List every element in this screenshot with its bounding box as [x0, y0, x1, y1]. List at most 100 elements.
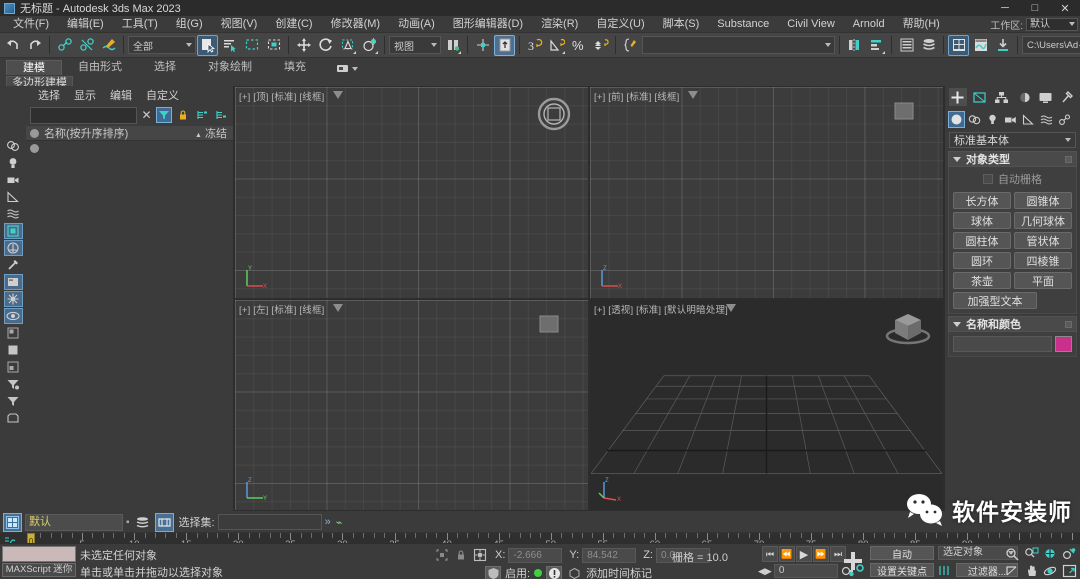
menu-modifiers[interactable]: 修改器(M): [322, 16, 390, 33]
create-plane-button[interactable]: 平面: [1014, 272, 1072, 289]
object-type-rollout-header[interactable]: 对象类型: [948, 151, 1077, 167]
xrefs-filter-icon[interactable]: [3, 240, 23, 256]
menu-help[interactable]: 帮助(H): [894, 16, 949, 33]
edit-named-sets-icon[interactable]: [620, 35, 641, 56]
create-teapot-button[interactable]: 茶壶: [953, 272, 1011, 289]
ribbon-tab-modeling[interactable]: 建模: [6, 60, 62, 75]
subcategory-dropdown[interactable]: 标准基本体: [949, 132, 1076, 148]
utilities-tab[interactable]: [1058, 88, 1076, 106]
visibility-icon[interactable]: [3, 308, 23, 324]
select-object-icon[interactable]: [197, 34, 218, 56]
viewport-label-left[interactable]: [+] [左] [标准] [线框]: [239, 302, 324, 316]
viewcube-perspective[interactable]: [881, 306, 935, 354]
autogrid-checkbox[interactable]: [983, 174, 993, 184]
align-icon[interactable]: [866, 35, 887, 56]
maximize-button[interactable]: □: [1020, 0, 1050, 16]
curve-editor-icon[interactable]: [918, 35, 939, 56]
display-tab[interactable]: [1036, 88, 1054, 106]
snap-3d-icon[interactable]: 3: [524, 35, 545, 56]
viewport-top[interactable]: [+] [顶] [标准] [线框] Y X: [235, 87, 588, 298]
coord-x-field[interactable]: -2.666: [508, 547, 563, 563]
time-tag-toggle-icon[interactable]: [546, 565, 563, 579]
prev-key-button[interactable]: ⏪: [779, 546, 795, 562]
explorer-menu-edit[interactable]: 编辑: [110, 87, 132, 103]
close-icon[interactable]: ✕: [140, 108, 153, 122]
search-input[interactable]: [30, 106, 137, 124]
viewport-left[interactable]: [+] [左] [标准] [线框] Z Y: [235, 299, 588, 510]
absolute-relative-mode-icon[interactable]: [472, 547, 488, 563]
create-cone-button[interactable]: 圆锥体: [1014, 192, 1072, 209]
object-name-input[interactable]: [953, 336, 1052, 352]
menu-scripting[interactable]: 脚本(S): [654, 16, 709, 33]
menu-group[interactable]: 组(G): [167, 16, 212, 33]
object-color-swatch[interactable]: [1055, 336, 1072, 352]
reference-coordinate-dropdown[interactable]: 视图: [389, 36, 441, 54]
menu-animation[interactable]: 动画(A): [389, 16, 444, 33]
display-color-icon[interactable]: [4, 359, 23, 375]
cameras-filter-icon[interactable]: [4, 172, 23, 188]
menu-civil-view[interactable]: Civil View: [778, 16, 843, 33]
autogrid-row[interactable]: 自动栅格: [953, 171, 1072, 187]
select-scale-icon[interactable]: [337, 35, 358, 56]
menu-substance[interactable]: Substance: [708, 16, 778, 33]
geometry-icon[interactable]: [948, 110, 965, 128]
helpers-icon[interactable]: [1020, 111, 1037, 128]
viewcube-left[interactable]: [532, 312, 566, 342]
filter-apply-icon[interactable]: [4, 393, 23, 409]
lock-icon[interactable]: [453, 547, 469, 563]
motion-tab[interactable]: [1014, 88, 1032, 106]
particles-filter-icon[interactable]: [3, 274, 23, 290]
helpers-filter-icon[interactable]: [4, 189, 23, 205]
viewport-filter-icon[interactable]: [688, 91, 698, 99]
current-frame-field[interactable]: 0: [773, 564, 838, 578]
goto-start-button[interactable]: ⏮: [762, 546, 778, 562]
add-time-tag-icon[interactable]: [566, 566, 582, 579]
display-object-icon[interactable]: [4, 342, 23, 358]
auto-key-button[interactable]: 自动: [870, 546, 934, 561]
lock-icon[interactable]: [175, 107, 191, 123]
maximize-toggle-icon[interactable]: [1061, 563, 1078, 578]
collapse-all-icon[interactable]: [213, 107, 229, 123]
render-frame-icon[interactable]: [992, 35, 1013, 56]
zoom-all-icon[interactable]: [1023, 546, 1040, 561]
lights-icon[interactable]: [984, 111, 1001, 128]
rollout-pin-icon[interactable]: [1065, 155, 1072, 163]
name-and-color-rollout-header[interactable]: 名称和颜色: [948, 316, 1077, 332]
placement-icon[interactable]: [359, 35, 380, 56]
close-button[interactable]: ✕: [1050, 0, 1080, 16]
set-key-button[interactable]: 设置关键点: [870, 563, 934, 578]
keyboard-shortcut-override-icon[interactable]: [485, 565, 501, 579]
create-cylinder-button[interactable]: 圆柱体: [953, 232, 1011, 249]
expand-all-icon[interactable]: [194, 107, 210, 123]
menu-edit[interactable]: 编辑(E): [58, 16, 113, 33]
next-key-button[interactable]: ⏩: [813, 546, 829, 562]
current-layer-name[interactable]: 默认: [25, 513, 123, 531]
play-button[interactable]: ▶: [796, 546, 812, 562]
field-of-view-icon[interactable]: [1061, 546, 1078, 561]
menu-graph-editors[interactable]: 图形编辑器(D): [444, 16, 532, 33]
hierarchy-tab[interactable]: [993, 88, 1011, 106]
undo-icon[interactable]: [2, 35, 23, 56]
set-key-icon[interactable]: [840, 549, 866, 575]
named-selection-set-dropdown[interactable]: [642, 36, 835, 54]
viewport-label-front[interactable]: [+] [前] [标准] [线框]: [594, 89, 679, 103]
ribbon-tab-populate[interactable]: 填充: [268, 60, 322, 75]
bones-filter-icon[interactable]: [4, 257, 23, 273]
selection-filter-dropdown[interactable]: 全部: [128, 36, 196, 54]
menu-rendering[interactable]: 渲染(R): [532, 16, 587, 33]
maxscript-listener-input[interactable]: [2, 546, 76, 562]
groups-filter-icon[interactable]: [3, 223, 23, 239]
display-layer-icon[interactable]: [4, 325, 23, 341]
redo-icon[interactable]: [24, 35, 45, 56]
explorer-menu-display[interactable]: 显示: [74, 87, 96, 103]
add-time-tag-label[interactable]: 添加时间标记: [586, 565, 652, 579]
space-warps-filter-icon[interactable]: [4, 206, 23, 222]
viewport-filter-icon[interactable]: [333, 303, 343, 312]
create-geosphere-button[interactable]: 几何球体: [1014, 212, 1072, 229]
layer-explorer-icon[interactable]: [896, 35, 917, 56]
render-setup-icon[interactable]: [970, 35, 991, 56]
spinner-arrows-icon[interactable]: ◀▶: [758, 566, 772, 577]
use-center-icon[interactable]: [442, 35, 463, 56]
angle-snap-icon[interactable]: [546, 35, 567, 56]
spinner-snap-icon[interactable]: [590, 35, 611, 56]
